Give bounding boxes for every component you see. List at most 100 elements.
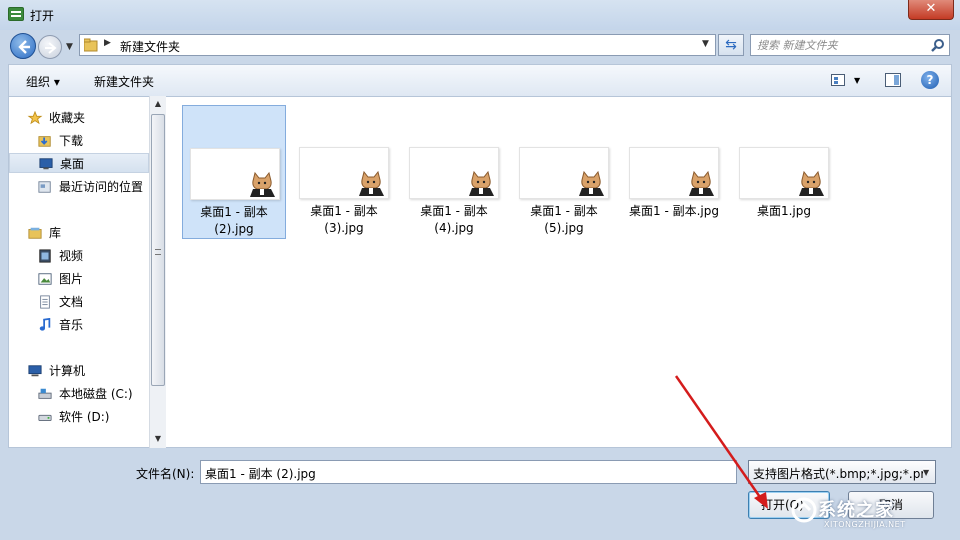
organize-button[interactable]: 组织 ▾ (26, 73, 60, 90)
image-thumbnail (190, 148, 280, 200)
close-button[interactable]: ✕ (908, 0, 954, 20)
file-item[interactable]: 桌面1.jpg (732, 105, 836, 239)
nav-libraries-label: 库 (49, 226, 62, 240)
file-name: 桌面1 - 副本 (3).jpg (310, 204, 378, 235)
system-drive-icon (38, 388, 52, 399)
image-thumbnail (739, 147, 829, 199)
nav-drive-c-label: 本地磁盘 (C:) (59, 387, 133, 401)
file-name: 桌面1 - 副本.jpg (629, 204, 719, 218)
file-type-select[interactable]: 支持图片格式(*.bmp;*.jpg;*.pr ▼ (748, 460, 936, 484)
filename-value[interactable]: 桌面1 - 副本 (2).jpg (205, 465, 316, 482)
cat-image-icon (579, 170, 604, 196)
file-item[interactable]: 桌面1 - 副本.jpg (622, 105, 726, 239)
change-view-icon[interactable] (831, 74, 845, 86)
image-thumbnail (519, 147, 609, 199)
nav-music-label: 音乐 (59, 318, 84, 332)
scroll-grip (155, 249, 161, 255)
address-bar[interactable]: ▶ 新建文件夹 ▼ (79, 34, 716, 56)
watermark-subtext: XITONGZHIJIA.NET (824, 520, 906, 529)
breadcrumb-separator-icon[interactable]: ▶ (104, 38, 111, 48)
navigation-pane: 收藏夹 下载 桌面 最近访问的位置 库 视频 图片 文档 音乐 计算机 本地磁盘… (8, 96, 166, 448)
image-thumbnail (299, 147, 389, 199)
file-name: 桌面1.jpg (756, 204, 812, 218)
computer-icon (28, 365, 42, 377)
history-dropdown-icon[interactable]: ▼ (66, 42, 73, 52)
preview-pane-icon[interactable] (885, 73, 901, 87)
nav-recent-places-label: 最近访问的位置 (59, 180, 144, 194)
drive-icon (38, 414, 52, 421)
sidebar-scrollbar[interactable]: ▲ ▼ (149, 96, 166, 448)
cat-image-icon (250, 171, 275, 197)
image-thumbnail (629, 147, 719, 199)
star-icon (27, 111, 43, 125)
scroll-up-icon[interactable]: ▲ (150, 96, 166, 112)
nav-documents-label: 文档 (59, 295, 84, 309)
file-item[interactable]: 桌面1 - 副本 (5).jpg (512, 105, 616, 239)
watermark-text: 系统之家 (818, 500, 894, 521)
folder-icon (84, 38, 98, 52)
nav-drive-d[interactable]: 软件 (D:) (37, 407, 147, 427)
nav-libraries[interactable]: 库 (27, 223, 147, 243)
title-bar: 打开 ✕ (0, 0, 960, 30)
scroll-down-icon[interactable]: ▼ (150, 431, 166, 447)
watermark-icon (791, 497, 817, 523)
desktop-icon (39, 158, 53, 170)
back-button[interactable] (10, 33, 36, 59)
nav-desktop-label: 桌面 (60, 157, 85, 171)
nav-videos[interactable]: 视频 (37, 246, 147, 266)
filename-input[interactable]: 桌面1 - 副本 (2).jpg ▼ (200, 460, 929, 484)
file-type-value: 支持图片格式(*.bmp;*.jpg;*.pr (753, 467, 926, 481)
nav-computer-label: 计算机 (49, 364, 86, 378)
file-type-dropdown-icon[interactable]: ▼ (923, 468, 930, 477)
back-arrow-icon (18, 40, 30, 54)
documents-icon (40, 295, 50, 309)
nav-favorites[interactable]: 收藏夹 (27, 108, 147, 128)
help-icon[interactable]: ? (921, 71, 939, 89)
forward-arrow-icon (45, 42, 57, 54)
nav-pictures-label: 图片 (59, 272, 84, 286)
cat-image-icon (799, 170, 824, 196)
nav-drive-c[interactable]: 本地磁盘 (C:) (37, 384, 147, 404)
cat-image-icon (469, 170, 494, 196)
library-icon (28, 227, 42, 239)
nav-drive-d-label: 软件 (D:) (59, 410, 110, 424)
address-dropdown-icon[interactable]: ▼ (702, 39, 709, 49)
view-dropdown-icon[interactable]: ▼ (854, 76, 860, 85)
nav-pictures[interactable]: 图片 (37, 269, 147, 289)
file-name: 桌面1 - 副本 (5).jpg (530, 204, 598, 235)
refresh-button[interactable]: ⇆ (718, 34, 744, 56)
nav-downloads-label: 下载 (59, 134, 84, 148)
downloads-folder-icon (38, 136, 51, 147)
search-icon[interactable] (931, 38, 945, 52)
app-icon (8, 7, 24, 21)
watermark-logo: 系统之家 XITONGZHIJIA.NET (788, 490, 958, 536)
scroll-thumb[interactable] (151, 114, 165, 386)
file-item[interactable]: 桌面1 - 副本 (2).jpg (182, 105, 286, 239)
window-title: 打开 (30, 9, 55, 23)
image-thumbnail (409, 147, 499, 199)
file-item[interactable]: 桌面1 - 副本 (4).jpg (402, 105, 506, 239)
nav-recent-places[interactable]: 最近访问的位置 (37, 177, 157, 197)
nav-desktop[interactable]: 桌面 (9, 153, 149, 173)
file-name: 桌面1 - 副本 (4).jpg (420, 204, 488, 235)
file-name: 桌面1 - 副本 (2).jpg (200, 205, 268, 236)
video-icon (39, 249, 51, 263)
search-input[interactable] (757, 37, 927, 53)
breadcrumb-current[interactable]: 新建文件夹 (120, 38, 180, 55)
command-toolbar: 组织 ▾ 新建文件夹 ▼ ? (8, 64, 952, 96)
nav-downloads[interactable]: 下载 (37, 131, 147, 151)
forward-button[interactable] (38, 35, 62, 59)
nav-documents[interactable]: 文档 (37, 292, 147, 312)
search-box[interactable] (750, 34, 950, 56)
cat-image-icon (359, 170, 384, 196)
nav-videos-label: 视频 (59, 249, 84, 263)
nav-music[interactable]: 音乐 (37, 315, 147, 335)
file-item[interactable]: 桌面1 - 副本 (3).jpg (292, 105, 396, 239)
filename-label: 文件名(N): (136, 467, 195, 481)
file-list: 桌面1 - 副本 (2).jpg 桌面1 - 副本 (3).jpg 桌面1 - 副本… (166, 96, 952, 448)
pictures-icon (38, 273, 52, 285)
recent-places-icon (38, 181, 51, 193)
refresh-icon: ⇆ (725, 37, 737, 53)
nav-computer[interactable]: 计算机 (27, 361, 147, 381)
new-folder-button[interactable]: 新建文件夹 (94, 73, 154, 90)
